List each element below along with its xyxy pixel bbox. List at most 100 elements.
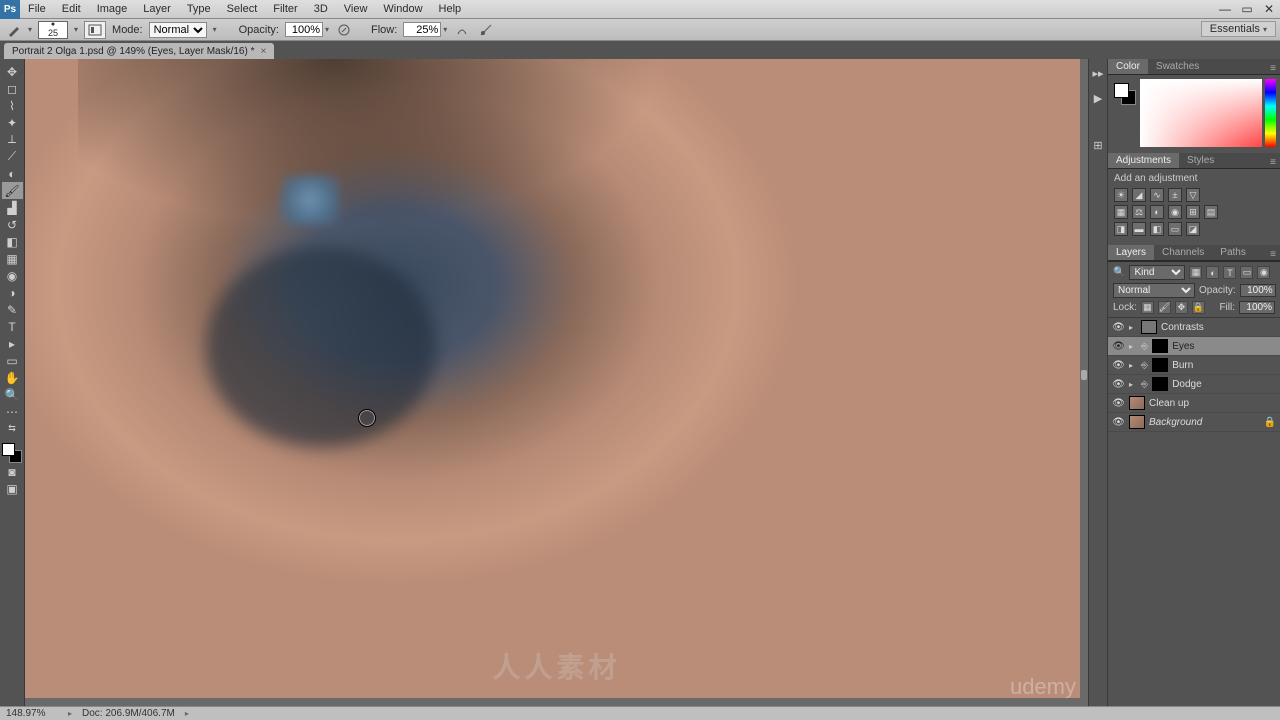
history-panel-icon[interactable]: ▸▸	[1092, 67, 1103, 80]
swap-colors-icon[interactable]: ⇆	[2, 420, 23, 437]
disclose-icon[interactable]: ▸	[1129, 361, 1137, 370]
panel-menu-icon[interactable]: ≡	[1266, 249, 1280, 260]
marquee-tool-icon[interactable]: ◻	[2, 80, 23, 97]
color-swatch-pair[interactable]	[1114, 83, 1136, 105]
visibility-toggle-icon[interactable]: 👁	[1112, 359, 1125, 372]
levels-adjust-icon[interactable]: ◢	[1132, 188, 1146, 202]
quick-mask-icon[interactable]: ◙	[2, 463, 23, 480]
blur-tool-icon[interactable]: ◉	[2, 267, 23, 284]
disclose-icon[interactable]: ▸	[1129, 342, 1137, 351]
crop-tool-icon[interactable]: ⟂	[2, 131, 23, 148]
eyedropper-tool-icon[interactable]: ⟋	[2, 148, 23, 165]
lock-all-icon[interactable]: 🔒	[1192, 301, 1205, 314]
brush-tool-icon[interactable]: 🖌	[2, 182, 23, 199]
filter-shape-icon[interactable]: ▭	[1240, 266, 1253, 279]
brush-preset-chevron-icon[interactable]: ▾	[74, 25, 78, 34]
panel-menu-icon[interactable]: ≡	[1266, 157, 1280, 168]
hue-slider[interactable]	[1265, 79, 1276, 147]
disclose-icon[interactable]: ▸	[1129, 380, 1137, 389]
layer-row[interactable]: 👁▸⎆Eyes	[1108, 337, 1280, 356]
pressure-opacity-icon[interactable]	[335, 22, 353, 38]
magic-wand-tool-icon[interactable]: ✦	[2, 114, 23, 131]
visibility-toggle-icon[interactable]: 👁	[1112, 397, 1125, 410]
visibility-toggle-icon[interactable]: 👁	[1112, 378, 1125, 391]
clone-stamp-tool-icon[interactable]: ▟	[2, 199, 23, 216]
tab-swatches[interactable]: Swatches	[1148, 59, 1207, 74]
document-tab[interactable]: Portrait 2 Olga 1.psd @ 149% (Eyes, Laye…	[4, 43, 274, 59]
menu-window[interactable]: Window	[375, 3, 430, 15]
tab-adjustments[interactable]: Adjustments	[1108, 153, 1179, 168]
properties-panel-icon[interactable]: ⊞	[1093, 139, 1102, 152]
exposure-adjust-icon[interactable]: ±	[1168, 188, 1182, 202]
layer-row[interactable]: 👁▸⎆Burn	[1108, 356, 1280, 375]
color-lookup-adjust-icon[interactable]: ▤	[1204, 205, 1218, 219]
foreground-color-swatch[interactable]	[2, 443, 15, 456]
curves-adjust-icon[interactable]: ∿	[1150, 188, 1164, 202]
lock-position-icon[interactable]: ✥	[1175, 301, 1188, 314]
flow-input[interactable]	[403, 22, 441, 37]
layer-opacity-input[interactable]	[1240, 284, 1276, 297]
brightness-adjust-icon[interactable]: ☀	[1114, 188, 1128, 202]
panel-menu-icon[interactable]: ≡	[1266, 63, 1280, 74]
threshold-adjust-icon[interactable]: ◧	[1150, 222, 1164, 236]
menu-filter[interactable]: Filter	[265, 3, 305, 15]
tab-styles[interactable]: Styles	[1179, 153, 1222, 168]
shape-tool-icon[interactable]: ▭	[2, 352, 23, 369]
menu-file[interactable]: File	[20, 3, 54, 15]
zoom-level[interactable]: 148.97%	[6, 708, 58, 719]
layer-fill-input[interactable]	[1239, 301, 1275, 314]
close-tab-icon[interactable]: ×	[260, 46, 266, 57]
healing-brush-tool-icon[interactable]: ◐	[2, 165, 23, 182]
eraser-tool-icon[interactable]: ◧	[2, 233, 23, 250]
visibility-toggle-icon[interactable]: 👁	[1112, 340, 1125, 353]
color-balance-adjust-icon[interactable]: ⚖	[1132, 205, 1146, 219]
pen-tool-icon[interactable]: ✎	[2, 301, 23, 318]
menu-3d[interactable]: 3D	[306, 3, 336, 15]
close-button[interactable]: ✕	[1258, 2, 1280, 16]
disclose-icon[interactable]: ▸	[1129, 323, 1137, 332]
color-swatches[interactable]	[2, 443, 22, 463]
photo-filter-adjust-icon[interactable]: ◉	[1168, 205, 1182, 219]
maximize-button[interactable]: ▭	[1236, 2, 1258, 16]
path-select-tool-icon[interactable]: ▸	[2, 335, 23, 352]
hand-tool-icon[interactable]: ✋	[2, 369, 23, 386]
menu-edit[interactable]: Edit	[54, 3, 89, 15]
hue-adjust-icon[interactable]: ▦	[1114, 205, 1128, 219]
history-brush-tool-icon[interactable]: ↺	[2, 216, 23, 233]
invert-adjust-icon[interactable]: ◨	[1114, 222, 1128, 236]
layer-filter-select[interactable]: Kind	[1129, 265, 1185, 280]
vertical-scrollbar[interactable]	[1080, 59, 1088, 706]
vibrance-adjust-icon[interactable]: ▽	[1186, 188, 1200, 202]
brush-panel-toggle-icon[interactable]	[84, 21, 106, 39]
airbrush-icon[interactable]	[453, 22, 471, 38]
visibility-toggle-icon[interactable]: 👁	[1112, 321, 1125, 334]
channel-mixer-adjust-icon[interactable]: ⊞	[1186, 205, 1200, 219]
actions-panel-icon[interactable]: ▶	[1094, 92, 1102, 105]
visibility-toggle-icon[interactable]: 👁	[1112, 416, 1125, 429]
menu-select[interactable]: Select	[219, 3, 266, 15]
menu-image[interactable]: Image	[89, 3, 136, 15]
screen-mode-icon[interactable]: ▣	[2, 480, 23, 497]
dodge-tool-icon[interactable]: ◑	[2, 284, 23, 301]
filter-adjust-icon[interactable]: ◐	[1206, 266, 1219, 279]
zoom-chevron-icon[interactable]: ▸	[68, 709, 72, 718]
brush-tool-icon[interactable]	[6, 22, 22, 38]
lock-transparency-icon[interactable]: ▦	[1141, 301, 1154, 314]
gradient-tool-icon[interactable]: ▦	[2, 250, 23, 267]
tab-paths[interactable]: Paths	[1212, 245, 1254, 260]
move-tool-icon[interactable]: ✥	[2, 63, 23, 80]
menu-type[interactable]: Type	[179, 3, 219, 15]
status-chevron-icon[interactable]: ▸	[185, 709, 189, 718]
lasso-tool-icon[interactable]: ⌇	[2, 97, 23, 114]
gradient-map-adjust-icon[interactable]: ▭	[1168, 222, 1182, 236]
tab-channels[interactable]: Channels	[1154, 245, 1212, 260]
layer-thumb[interactable]	[1129, 396, 1145, 410]
tab-layers[interactable]: Layers	[1108, 245, 1154, 260]
horizontal-scrollbar[interactable]	[25, 698, 1080, 706]
filter-pixel-icon[interactable]: ▦	[1189, 266, 1202, 279]
tool-preset-chevron-icon[interactable]: ▾	[28, 25, 32, 34]
layer-row[interactable]: 👁▸Contrasts	[1108, 318, 1280, 337]
menu-view[interactable]: View	[336, 3, 376, 15]
blend-mode-select[interactable]: Normal	[149, 22, 207, 38]
tab-color[interactable]: Color	[1108, 59, 1148, 74]
